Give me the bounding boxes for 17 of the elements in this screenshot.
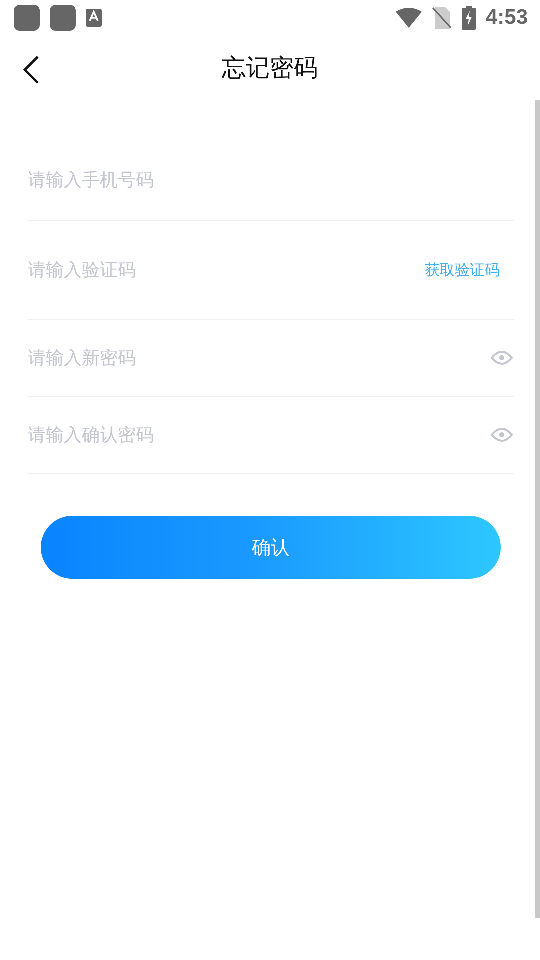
notification-icon	[50, 5, 76, 31]
notification-icon	[14, 5, 40, 31]
get-code-link[interactable]: 获取验证码	[425, 260, 500, 280]
eye-icon[interactable]	[491, 351, 513, 365]
keyboard-icon	[86, 9, 102, 27]
wifi-icon	[396, 8, 422, 28]
page-title: 忘记密码	[222, 53, 318, 84]
no-sim-icon	[432, 7, 452, 29]
input-field[interactable]: 请输入新密码	[28, 343, 491, 373]
confirm-button[interactable]: 确认	[41, 516, 501, 579]
input-field[interactable]: 请输入确认密码	[28, 420, 491, 450]
chevron-left-icon	[22, 55, 42, 85]
battery-charging-icon	[462, 6, 476, 30]
eye-icon[interactable]	[491, 428, 513, 442]
status-time: 4:53	[486, 6, 528, 30]
input-field[interactable]: 请输入验证码	[28, 255, 425, 285]
input-field[interactable]: 请输入手机号码	[28, 165, 514, 195]
